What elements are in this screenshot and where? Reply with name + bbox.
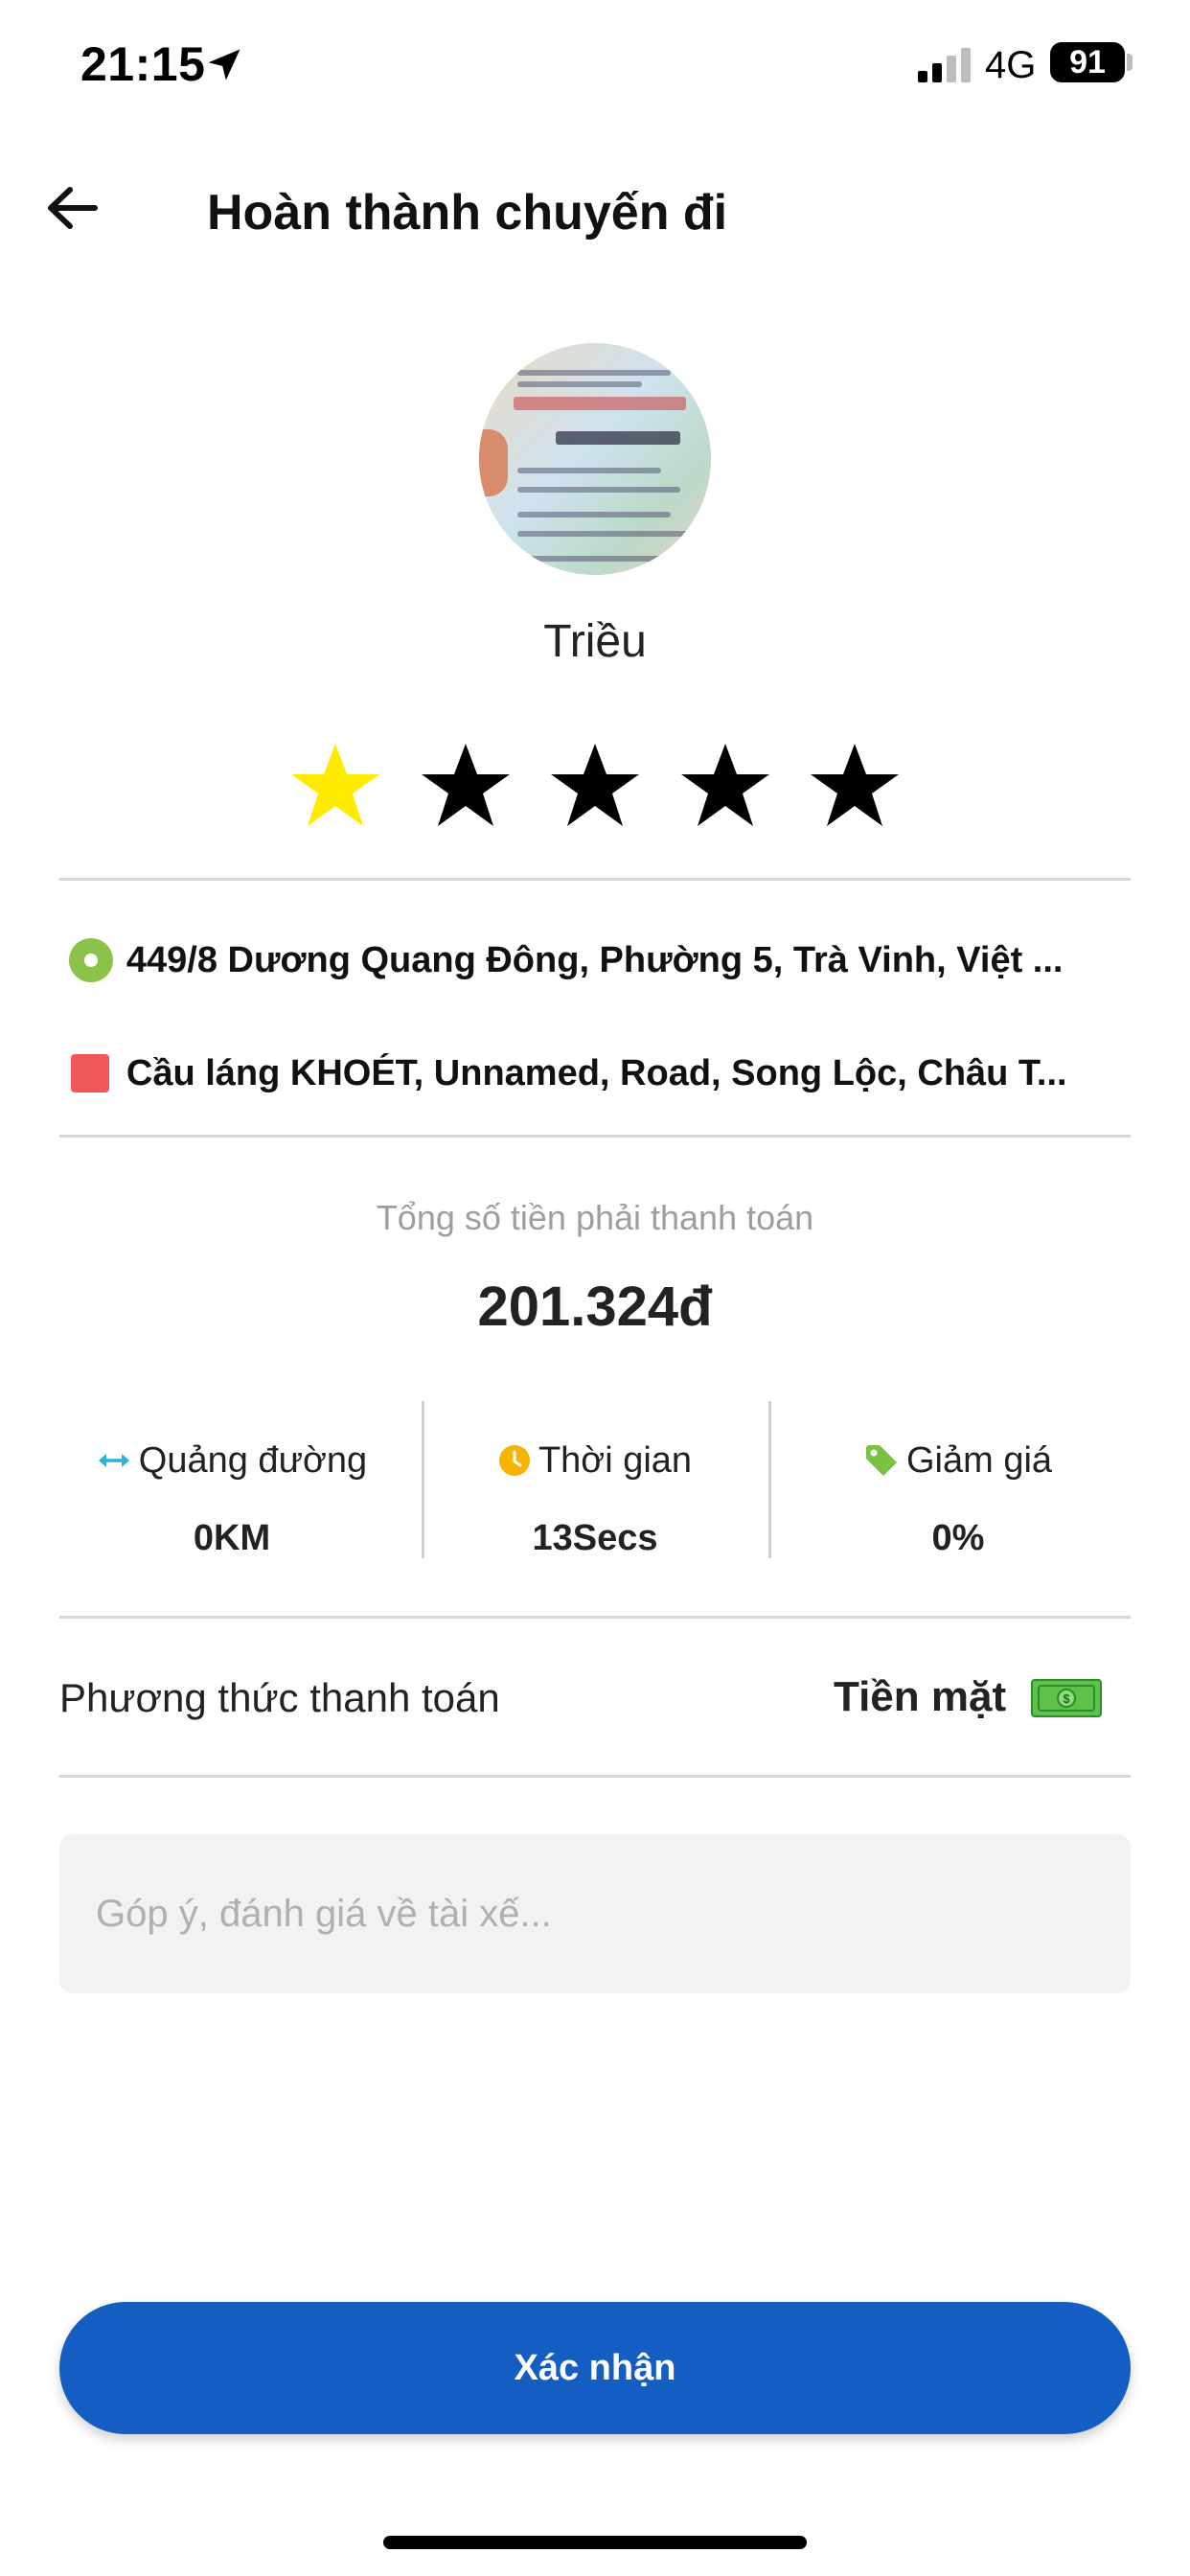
avatar-line [517,487,680,493]
status-time: 21:15 [80,37,206,91]
stat-distance: Quảng đường 0KM [59,1432,404,1559]
avatar-line [517,370,671,376]
stat-label: Quảng đường [138,1439,368,1481]
dropoff-square-icon [71,1054,109,1092]
avatar-id-header [514,397,686,410]
pickup-row: 449/8 Dương Quang Đông, Phường 5, Trà Vi… [59,932,1131,989]
stat-label: Giảm giá [905,1439,1053,1481]
avatar-line [517,468,661,473]
pickup-address: 449/8 Dương Quang Đông, Phường 5, Trà Vi… [126,939,1064,980]
stat-value: 0KM [193,1518,271,1558]
location-arrow-icon [208,49,240,80]
feedback-input[interactable] [59,1834,1131,1993]
avatar-photo [479,429,508,496]
clock-icon [498,1445,530,1476]
tag-icon [865,1445,897,1476]
star-icon-5[interactable] [807,738,903,834]
page-title: Hoàn thành chuyến đi [207,185,728,241]
svg-text:$: $ [1063,1691,1070,1706]
divider [59,1775,1131,1778]
total-label: Tổng số tiền phải thanh toán [376,1198,814,1237]
avatar [479,343,711,575]
battery-icon: 91 [1050,42,1125,82]
stat-value: 0% [931,1518,985,1558]
pickup-dot-icon [69,938,113,982]
payment-method-value[interactable]: Tiền mặt [834,1673,1006,1721]
home-indicator [383,2536,807,2549]
avatar-line [517,531,690,537]
cash-icon: $ [1031,1679,1102,1717]
star-icon-4[interactable] [677,738,773,834]
star-icon-2[interactable] [418,738,514,834]
status-bar: 21:15 4G 91 [0,0,1190,134]
confirm-button[interactable]: Xác nhận [59,2302,1131,2434]
driver-name: Triều [543,616,647,667]
back-button[interactable] [38,174,105,242]
dropoff-row: Cầu láng KHOÉT, Unnamed, Road, Song Lộc,… [59,1045,1131,1102]
arrow-left-icon [48,187,98,229]
payment-method-label: Phương thức thanh toán [59,1675,500,1720]
avatar-line [517,512,671,518]
stat-value: 13Secs [532,1518,658,1558]
total-amount: 201.324đ [477,1276,713,1338]
network-type: 4G [985,44,1037,86]
stat-time: Thời gian 13Secs [423,1432,767,1559]
divider [59,1135,1131,1138]
star-icon-1[interactable] [287,738,383,834]
star-icon-3[interactable] [547,738,643,834]
distance-arrows-icon [98,1454,129,1467]
stat-separator [768,1401,771,1558]
divider [59,1616,1131,1619]
battery-tip [1127,54,1133,71]
rating-stars [287,738,903,834]
stat-label: Thời gian [538,1439,693,1481]
signal-icon [918,48,971,82]
avatar-id-number [556,431,680,445]
dropoff-address: Cầu láng KHOÉT, Unnamed, Road, Song Lộc,… [126,1052,1067,1093]
divider [59,878,1131,881]
avatar-line [517,381,642,387]
avatar-line [517,556,680,562]
stat-discount: Giảm giá 0% [786,1432,1131,1559]
